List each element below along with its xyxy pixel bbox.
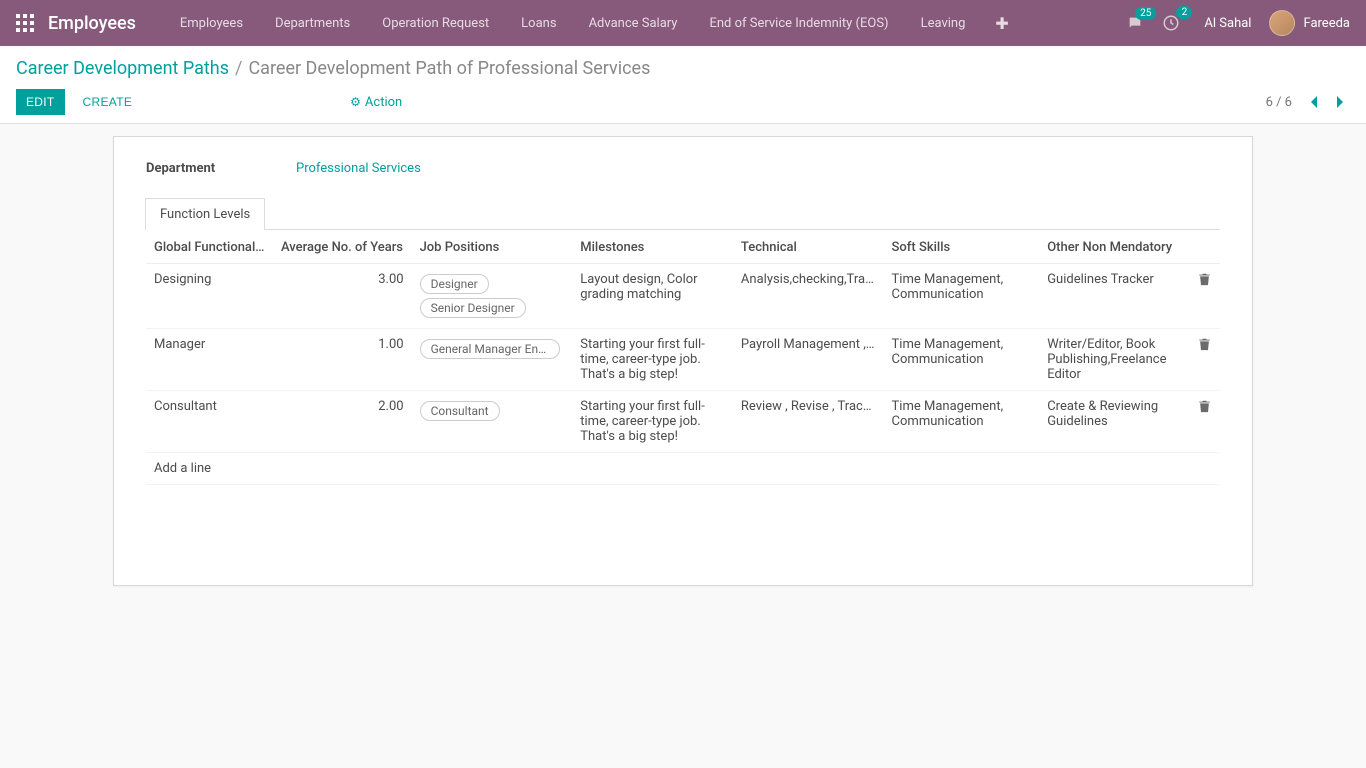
col-technical[interactable]: Technical: [733, 230, 884, 264]
username: Fareeda: [1303, 16, 1350, 31]
cell-milestones: Starting your first full-time, career-ty…: [572, 391, 733, 453]
company-switcher[interactable]: Al Sahal: [1204, 16, 1251, 31]
breadcrumb-separator: /: [235, 58, 242, 79]
top-navbar: Employees Employees Departments Operatio…: [0, 0, 1366, 46]
messages-button[interactable]: 25: [1126, 15, 1144, 31]
nav-loans[interactable]: Loans: [505, 0, 572, 46]
breadcrumb: Career Development Paths / Career Develo…: [16, 58, 1350, 79]
avatar: [1269, 10, 1295, 36]
app-title: Employees: [48, 13, 136, 34]
field-department: Department Professional Services: [146, 161, 1220, 176]
apps-menu-icon[interactable]: [16, 14, 34, 32]
cell-other: Create & Reviewing Guidelines: [1039, 391, 1190, 453]
nav-menu: Employees Departments Operation Request …: [164, 0, 1127, 46]
col-other[interactable]: Other Non Mendatory: [1039, 230, 1190, 264]
col-level[interactable]: Global Functional…: [146, 230, 273, 264]
cell-years: 1.00: [273, 329, 412, 391]
pager-prev-button[interactable]: [1304, 92, 1324, 112]
table-row[interactable]: Manager1.00 General Manager Engin… Startin…: [146, 329, 1220, 391]
nav-employees[interactable]: Employees: [164, 0, 259, 46]
trash-icon: [1198, 337, 1211, 351]
cell-technical: Analysis,checking,Tracki…: [733, 264, 884, 329]
nav-operation-request[interactable]: Operation Request: [366, 0, 505, 46]
table-row[interactable]: Consultant2.00ConsultantStarting your fi…: [146, 391, 1220, 453]
trash-icon: [1198, 399, 1211, 413]
messages-badge: 25: [1135, 7, 1156, 20]
position-tag[interactable]: Senior Designer: [420, 298, 526, 318]
breadcrumb-current: Career Development Path of Professional …: [248, 58, 650, 79]
cell-milestones: Layout design, Color grading matching: [572, 264, 733, 329]
nav-eos[interactable]: End of Service Indemnity (EOS): [693, 0, 904, 46]
cell-soft: Time Management, Communication: [884, 391, 1040, 453]
col-years[interactable]: Average No. of Years: [273, 230, 412, 264]
nav-leaving[interactable]: Leaving: [905, 0, 982, 46]
activities-badge: 2: [1176, 6, 1192, 19]
cell-years: 3.00: [273, 264, 412, 329]
trash-icon: [1198, 272, 1211, 286]
edit-button[interactable]: EDIT: [16, 89, 65, 115]
nav-departments[interactable]: Departments: [259, 0, 366, 46]
cell-milestones: Starting your first full-time, career-ty…: [572, 329, 733, 391]
position-tag[interactable]: General Manager Engin…: [420, 339, 560, 359]
form-area: Department Professional Services Functio…: [0, 124, 1366, 610]
cell-soft: Time Management, Communication: [884, 264, 1040, 329]
pager-value[interactable]: 6 / 6: [1266, 95, 1292, 110]
gear-icon: ⚙: [350, 95, 361, 109]
activities-button[interactable]: 2: [1162, 14, 1180, 32]
cell-soft: Time Management, Communication: [884, 329, 1040, 391]
cell-level: Consultant: [146, 391, 273, 453]
cell-years: 2.00: [273, 391, 412, 453]
nav-advance-salary[interactable]: Advance Salary: [573, 0, 694, 46]
department-label: Department: [146, 161, 296, 176]
delete-row-button[interactable]: [1190, 391, 1220, 453]
breadcrumb-root[interactable]: Career Development Paths: [16, 58, 229, 79]
col-soft[interactable]: Soft Skills: [884, 230, 1040, 264]
cell-positions: General Manager Engin…: [412, 329, 573, 391]
cell-technical: Payroll Management , C…: [733, 329, 884, 391]
col-positions[interactable]: Job Positions: [412, 230, 573, 264]
tab-function-levels[interactable]: Function Levels: [145, 198, 265, 230]
action-label: Action: [365, 95, 402, 110]
cell-level: Designing: [146, 264, 273, 329]
cell-positions: Designer Senior Designer: [412, 264, 573, 329]
function-levels-table: Global Functional… Average No. of Years …: [146, 230, 1220, 485]
chevron-right-icon: [1335, 95, 1345, 109]
chevron-left-icon: [1309, 95, 1319, 109]
cell-technical: Review , Revise , Tracking: [733, 391, 884, 453]
control-panel: Career Development Paths / Career Develo…: [0, 46, 1366, 124]
delete-row-button[interactable]: [1190, 264, 1220, 329]
cell-other: Guidelines Tracker: [1039, 264, 1190, 329]
table-header-row: Global Functional… Average No. of Years …: [146, 230, 1220, 264]
col-milestones[interactable]: Milestones: [572, 230, 733, 264]
department-link[interactable]: Professional Services: [296, 161, 421, 176]
cell-level: Manager: [146, 329, 273, 391]
delete-row-button[interactable]: [1190, 329, 1220, 391]
pager-next-button[interactable]: [1330, 92, 1350, 112]
position-tag[interactable]: Consultant: [420, 401, 500, 421]
table-row[interactable]: Designing3.00 Designer Senior Designer Layo…: [146, 264, 1220, 329]
add-line-button[interactable]: Add a line: [146, 453, 1220, 485]
cell-other: Writer/Editor, Book Publishing,Freelance…: [1039, 329, 1190, 391]
create-button[interactable]: CREATE: [73, 89, 143, 115]
user-menu[interactable]: Fareeda: [1269, 10, 1350, 36]
position-tag[interactable]: Designer: [420, 274, 489, 294]
nav-add-icon[interactable]: ✚: [981, 0, 1022, 46]
cell-positions: Consultant: [412, 391, 573, 453]
tabs: Function Levels: [145, 198, 1220, 230]
action-dropdown[interactable]: ⚙ Action: [350, 95, 402, 110]
form-sheet: Department Professional Services Functio…: [113, 136, 1253, 586]
